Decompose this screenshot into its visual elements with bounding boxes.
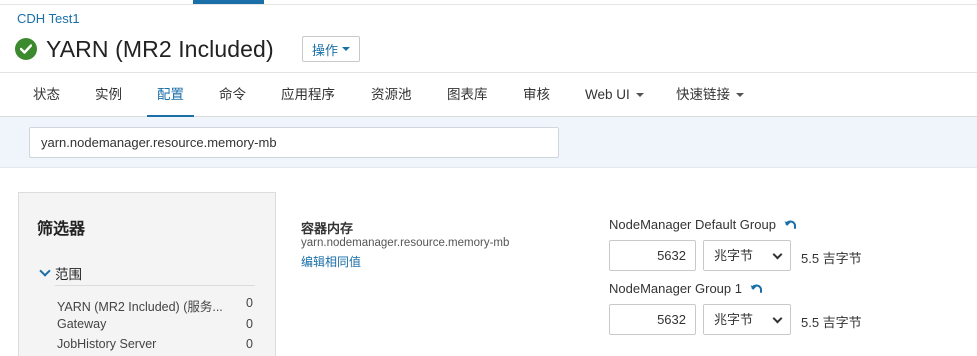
tab-quick-links[interactable]: 快速链接 <box>676 73 744 117</box>
filter-item-count: 0 <box>246 296 253 310</box>
page-title: YARN (MR2 Included) <box>46 35 274 62</box>
actions-button-label: 操作 <box>311 42 338 58</box>
filter-panel: 筛选器 范围 YARN (MR2 Included) (服务... 0 Gate… <box>18 192 276 356</box>
unit-select[interactable]: 兆字节 <box>703 304 791 335</box>
filter-item-name: YARN (MR2 Included) (服务... <box>57 300 223 314</box>
tab-web-ui[interactable]: Web UI <box>585 73 644 117</box>
chevron-down-icon <box>772 313 783 324</box>
memory-value-input[interactable] <box>609 304 696 335</box>
actions-dropdown-button[interactable]: 操作 <box>302 36 360 62</box>
filter-item-name: JobHistory Server <box>57 337 157 351</box>
filter-item[interactable]: JobHistory Server 0 <box>57 337 253 351</box>
role-group-label: NodeManager Group 1 <box>609 281 763 296</box>
converted-value: 5.5 吉字节 <box>801 251 862 266</box>
tab-instances[interactable]: 实例 <box>95 73 122 117</box>
caret-down-icon <box>736 93 744 98</box>
scope-divider <box>55 285 255 286</box>
unit-select-value: 兆字节 <box>714 312 754 327</box>
caret-down-icon <box>342 47 350 51</box>
undo-icon[interactable] <box>784 219 797 231</box>
property-display-name: 容器内存 <box>301 221 354 236</box>
good-health-check-icon <box>15 38 37 60</box>
filter-item[interactable]: Gateway 0 <box>57 317 253 331</box>
tab-audits[interactable]: 审核 <box>523 73 550 117</box>
top-divider <box>0 4 977 5</box>
role-group-label: NodeManager Default Group <box>609 217 797 232</box>
tab-web-ui-label: Web UI <box>585 87 630 102</box>
tab-applications[interactable]: 应用程序 <box>281 73 335 117</box>
chevron-down-icon <box>39 265 51 277</box>
caret-down-icon <box>635 93 644 98</box>
filter-item-count: 0 <box>246 317 253 331</box>
unit-select[interactable]: 兆字节 <box>703 240 791 271</box>
filter-panel-title: 筛选器 <box>37 221 86 238</box>
scope-section-label: 范围 <box>55 267 82 282</box>
role-group-name: NodeManager Default Group <box>609 217 776 232</box>
tab-resource-pools[interactable]: 资源池 <box>371 73 412 117</box>
service-nav-tabs: 状态 实例 配置 命令 应用程序 资源池 图表库 审核 Web UI 快速链接 <box>0 72 977 118</box>
tab-chart-library[interactable]: 图表库 <box>447 73 488 117</box>
tab-commands[interactable]: 命令 <box>219 73 246 117</box>
memory-value-input[interactable] <box>609 240 696 271</box>
breadcrumb-cluster-link[interactable]: CDH Test1 <box>17 11 80 26</box>
filter-item[interactable]: YARN (MR2 Included) (服务... 0 <box>57 296 253 315</box>
chevron-down-icon <box>772 249 783 260</box>
scope-section-toggle[interactable]: 范围 <box>39 263 82 283</box>
config-search-input[interactable] <box>29 127 559 158</box>
filter-item-name: Gateway <box>57 317 107 331</box>
filter-item-count: 0 <box>246 337 253 351</box>
config-search-bar <box>0 117 977 168</box>
property-key: yarn.nodemanager.resource.memory-mb <box>301 237 510 249</box>
tab-status[interactable]: 状态 <box>33 73 60 117</box>
tab-quick-links-label: 快速链接 <box>676 87 730 102</box>
edit-same-value-link[interactable]: 编辑相同值 <box>301 253 361 270</box>
role-group-name: NodeManager Group 1 <box>609 281 742 296</box>
unit-select-value: 兆字节 <box>714 248 754 263</box>
converted-value: 5.5 吉字节 <box>801 315 862 330</box>
tab-configuration[interactable]: 配置 <box>147 73 194 118</box>
page-header: YARN (MR2 Included) <box>15 34 274 64</box>
undo-icon[interactable] <box>750 283 763 295</box>
